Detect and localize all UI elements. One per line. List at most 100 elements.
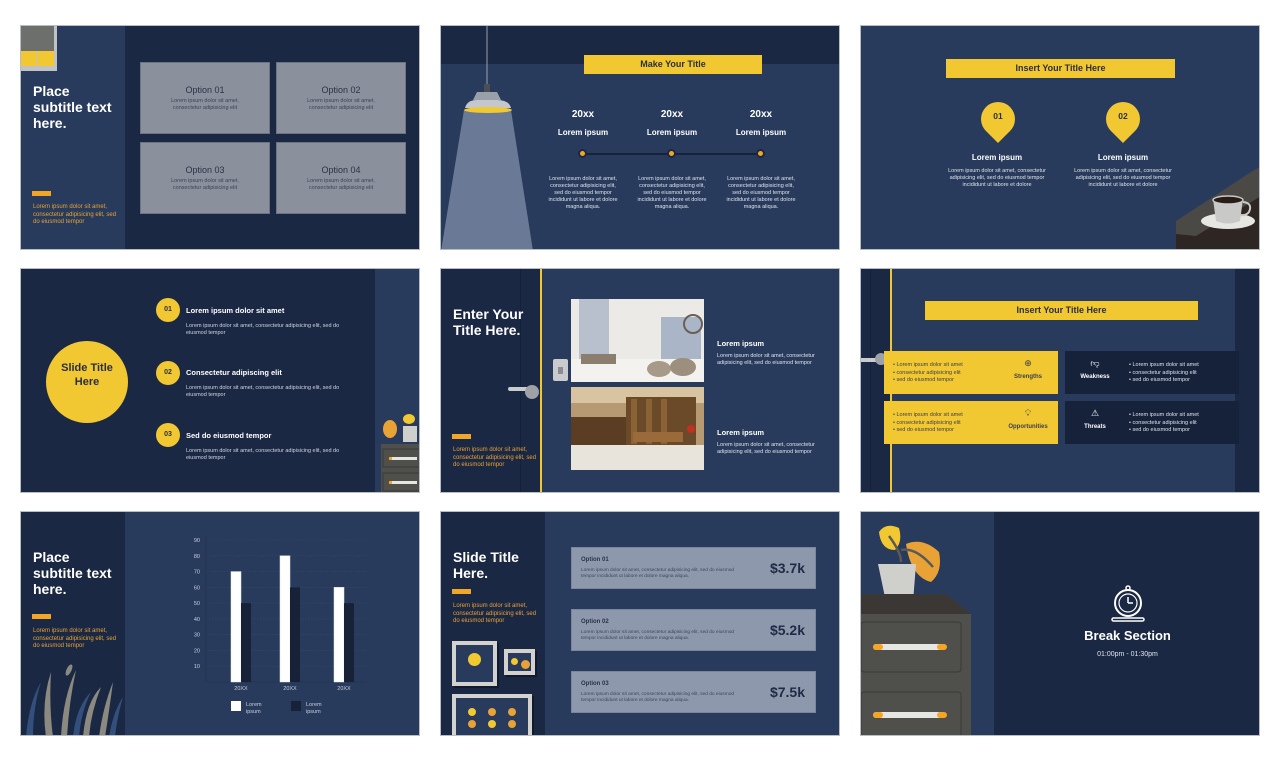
option-price: $3.7k [769,560,805,576]
grass-illustration [26,664,123,735]
bar [344,603,354,682]
photo-heading: Lorem ipsum [717,339,765,348]
swot-bullets: Lorem ipsum dolor sit amet consectetur a… [893,412,963,435]
timeline-dot [578,149,587,158]
timeline-dot [667,149,676,158]
accent-bar [32,614,51,619]
lobby-photo-bright [571,299,704,382]
side-body-text: Lorem ipsum dolor sit amet, consectetur … [33,628,117,649]
slide-timeline[interactable]: Make Your Title 20xx Lorem ipsum 20xx Lo… [440,25,840,250]
bullet: sed do eiusmod tempor [893,377,963,385]
pendant-lamp-illustration [441,26,533,249]
pin-heading: Lorem ipsum [971,153,1023,162]
y-tick-label: 90 [194,538,200,544]
option-desc: Lorem ipsum dolor sit amet, consectetur … [171,178,239,191]
legend-label: ipsum [246,709,261,715]
y-tick-label: 10 [194,664,200,670]
item-desc: Lorem ipsum dolor sit amet, consectetur … [186,385,340,398]
step-number: 02 [156,361,180,385]
slide-chart[interactable]: Place subtitle text here. Lorem ipsum do… [20,511,420,736]
swot-strengths: Lorem ipsum dolor sit amet consectetur a… [884,351,1058,394]
slide-title-banner: Make Your Title [584,55,762,74]
section-title: Break Section [1084,628,1171,643]
pin-number: 02 [1118,111,1128,121]
slide-pricing[interactable]: Slide Title Here. Lorem ipsum dolor sit … [440,511,840,736]
bullet: consectetur adipisicing elit [893,370,963,378]
bullet: consectetur adipisicing elit [893,420,963,428]
option-title: Option 04 [321,165,361,175]
step-desc: Lorem ipsum dolor sit amet, consectetur … [637,176,707,210]
swot-bullets: Lorem ipsum dolor sit amet consectetur a… [1129,362,1199,385]
option-title: Option 03 [581,681,609,687]
pricing-option-card[interactable]: Option 03 Lorem ipsum dolor sit amet, co… [571,671,816,713]
option-desc: Lorem ipsum dolor sit amet, consectetur … [307,178,375,191]
pin-desc: Lorem ipsum dolor sit amet, consectetur … [1074,168,1172,188]
timeline-step: 20xx Lorem ipsum [721,109,801,137]
x-tick-label: 20XX [234,686,248,692]
bullet: Lorem ipsum dolor sit amet [1129,412,1198,420]
option-card[interactable]: Option 04 Lorem ipsum dolor sit amet, co… [276,142,406,214]
bullet: sed do eiusmod tempor [893,427,963,435]
lightbulb-icon: 💡︎ [1024,408,1032,418]
swot-label: Threats [1084,424,1106,430]
photo-desc: Lorem ipsum dolor sit amet, consectetur … [717,353,815,366]
y-tick-label: 60 [194,585,200,591]
door-seam [870,269,871,492]
slide-title: Slide Title Here. [453,549,519,581]
swot-bullets: Lorem ipsum dolor sit amet consectetur a… [893,362,963,385]
accent-bar [452,589,471,594]
side-body-text: Lorem ipsum dolor sit amet, consectetur … [453,603,537,624]
y-tick-label: 30 [194,633,200,639]
bullet: Lorem ipsum dolor sit amet [893,362,962,370]
bullet: consectetur adipisicing elit [1129,370,1199,378]
accent-bar [32,191,51,196]
side-body-text: Lorem ipsum dolor sit amet, consectetur … [453,447,537,468]
option-card[interactable]: Option 01 Lorem ipsum dolor sit amet, co… [140,62,270,134]
step-year: 20xx [571,109,595,120]
option-title: Option 02 [581,619,609,625]
option-card[interactable]: Option 02 Lorem ipsum dolor sit amet, co… [276,62,406,134]
y-tick-label: 70 [194,570,200,576]
option-card[interactable]: Option 03 Lorem ipsum dolor sit amet, co… [140,142,270,214]
target-icon: ⊕ [1024,358,1032,368]
window-illustration [21,26,57,71]
y-tick-label: 50 [194,601,200,607]
light-switch [553,359,568,381]
pin-desc: Lorem ipsum dolor sit amet, consectetur … [948,168,1046,188]
step-heading: Lorem ipsum [646,128,698,137]
bar [290,587,300,682]
dresser-plant-illustration [381,414,419,492]
bar [279,555,291,683]
step-heading: Lorem ipsum [735,128,787,137]
pricing-option-card[interactable]: Option 01 Lorem ipsum dolor sit amet, co… [571,547,816,589]
break-time: 01:00pm - 01:30pm [1097,651,1158,658]
bar [230,571,242,683]
bullet: sed do eiusmod tempor [1129,377,1199,385]
option-desc: Lorem ipsum dolor sit amet, consectetur … [581,568,735,579]
slide-title-banner: Insert Your Title Here [946,59,1175,78]
step-heading: Lorem ipsum [557,128,609,137]
pin-number: 01 [993,111,1003,121]
swot-opportunities: Lorem ipsum dolor sit amet consectetur a… [884,401,1058,444]
pricing-option-card[interactable]: Option 02 Lorem ipsum dolor sit amet, co… [571,609,816,651]
slide-photos[interactable]: Enter Your Title Here. Lorem ipsum dolor… [440,268,840,493]
photo-desc: Lorem ipsum dolor sit amet, consectetur … [717,442,815,455]
slide-options-grid[interactable]: Place subtitle text here. Lorem ipsum do… [20,25,420,250]
option-title: Option 02 [321,85,361,95]
slide-numbered-list[interactable]: Slide Title Here 01 Lorem ipsum dolor si… [20,268,420,493]
slide-break[interactable]: Break Section 01:00pm - 01:30pm [860,511,1260,736]
bar [241,603,251,682]
bullet: consectetur adipisicing elit [1129,420,1199,428]
photo-heading: Lorem ipsum [717,428,765,437]
slide-pins[interactable]: Insert Your Title Here 01 Lorem ipsum Lo… [860,25,1260,250]
swot-bullets: Lorem ipsum dolor sit amet consectetur a… [1129,412,1199,435]
thumbs-down-icon: 👎︎ [1090,358,1100,368]
legend-swatch [231,701,241,711]
side-body-text: Lorem ipsum dolor sit amet, consectetur … [33,204,117,225]
slide-subtitle: Place subtitle text here. [33,549,112,597]
slide-swot[interactable]: Insert Your Title Here Lorem ipsum dolor… [860,268,1260,493]
legend-label: Lorem [246,702,262,708]
slide-title: Slide Title Here [61,362,113,388]
legend-label: Lorem [306,702,322,708]
item-heading: Lorem ipsum dolor sit amet [186,306,285,315]
